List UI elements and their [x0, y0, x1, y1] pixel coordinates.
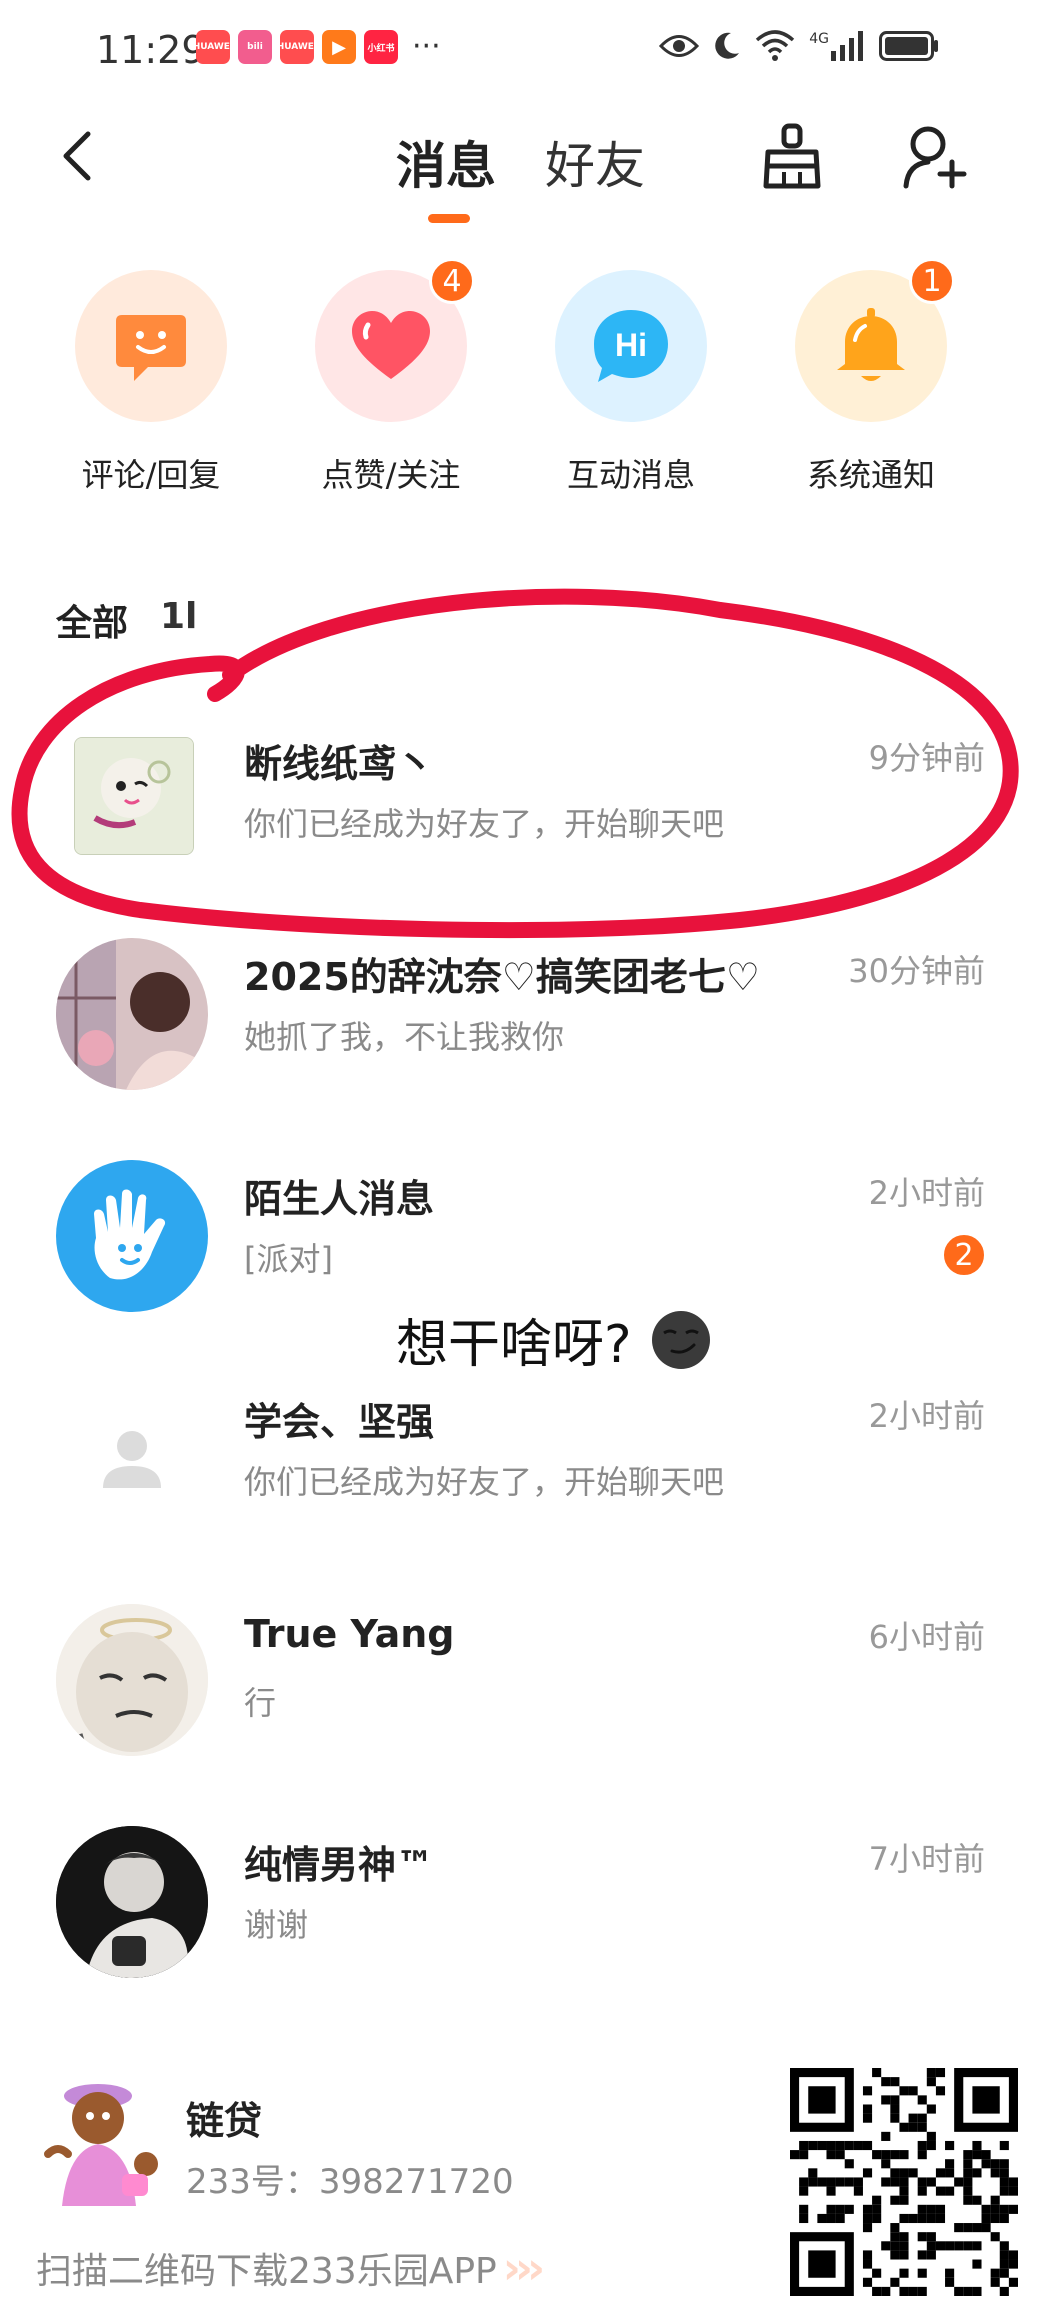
conversation-row[interactable]: 2025的辞沈奈♡搞笑团老七♡ 她抓了我，不让我救你 30分钟前	[0, 938, 1043, 1138]
likes-icon-circle: 4	[315, 258, 475, 422]
waving-hand-icon	[94, 1189, 166, 1280]
footer-avatar	[38, 2074, 168, 2214]
avatar	[56, 1160, 208, 1312]
notification-icons: HUAWEI bili HUAWEI ▶ 小红书 ···	[196, 30, 441, 64]
category-interactions[interactable]: Hi 互动消息	[511, 270, 751, 496]
tab-friends[interactable]: 好友	[545, 126, 645, 198]
last-message: 你们已经成为好友了，开始聊天吧	[244, 805, 725, 843]
huawei-notif-icon: HUAWEI	[196, 30, 230, 64]
conversation-row[interactable]: True Yang 行 6小时前	[0, 1604, 1043, 1804]
download-promo[interactable]: 扫描二维码下载233乐园APP ›››	[36, 2242, 545, 2294]
bilibili-notif-icon: bili	[238, 30, 272, 64]
last-message: [派对]	[244, 1240, 333, 1278]
message-time: 2小时前	[868, 1397, 985, 1435]
back-button[interactable]	[54, 126, 104, 186]
message-time: 7小时前	[868, 1840, 985, 1878]
system-unread-badge: 1	[909, 258, 955, 304]
my-username: 链贷	[186, 2099, 263, 2143]
huawei-notif-2-icon: HUAWEI	[280, 30, 314, 64]
category-likes[interactable]: 4 点赞/关注	[271, 258, 511, 496]
smirk-emoji-icon	[651, 1310, 710, 1369]
conversation-row[interactable]: 纯情男神™ 谢谢 7小时前	[0, 1826, 1043, 2026]
more-notifications-icon: ···	[412, 29, 441, 64]
active-tab-indicator	[428, 214, 470, 223]
comment-smile-icon	[116, 315, 186, 381]
video-notif-icon: ▶	[322, 30, 356, 64]
category-shortcuts: 评论/回复 4 点赞/关注 Hi 互动消息 1 系统通知	[0, 258, 1043, 510]
avatar	[56, 1604, 208, 1756]
category-label: 点赞/关注	[321, 456, 461, 494]
interactions-icon-circle: Hi	[555, 270, 707, 422]
last-message: 谢谢	[244, 1906, 309, 1944]
avatar-anime-image	[75, 738, 193, 854]
category-label: 互动消息	[566, 456, 695, 494]
category-label: 评论/回复	[81, 456, 221, 494]
last-message: 行	[244, 1684, 277, 1722]
message-time: 6小时前	[868, 1618, 985, 1656]
contact-name: 纯情男神™	[244, 1843, 435, 1887]
avatar-photo-image	[56, 1826, 208, 1978]
signal-icon	[831, 31, 863, 61]
conversation-row[interactable]: 学会、坚强 你们已经成为好友了，开始聊天吧 2小时前	[0, 1383, 1043, 1583]
message-time: 2小时前	[868, 1174, 985, 1212]
triple-chevron-right-icon: ›››	[502, 2242, 545, 2294]
top-nav: 消息 好友	[0, 100, 1043, 230]
my-user-id: 233号：398271720	[186, 2162, 514, 2202]
add-friend-button[interactable]	[902, 122, 968, 192]
sort-toggle[interactable]: 1l	[160, 596, 197, 637]
battery-icon	[879, 31, 938, 61]
cartoon-character-image	[44, 2084, 158, 2206]
contact-name: 陌生人消息	[244, 1177, 435, 1221]
contact-name: 学会、坚强	[244, 1400, 435, 1444]
download-qr-code	[790, 2068, 1018, 2296]
eye-icon	[659, 35, 700, 57]
message-time: 9分钟前	[868, 739, 985, 777]
heart-icon	[352, 311, 430, 379]
wifi-icon	[756, 30, 795, 61]
avatar-meme-face-image	[56, 1604, 208, 1756]
clear-messages-button[interactable]	[760, 122, 824, 192]
moon-icon	[715, 32, 740, 59]
network-type-label: 4G	[809, 31, 829, 47]
message-time: 30分钟前	[848, 952, 985, 990]
avatar	[74, 737, 194, 855]
avatar-photo-image	[56, 938, 208, 1090]
avatar	[56, 1383, 208, 1535]
last-message: 她抓了我，不让我救你	[244, 1018, 565, 1056]
category-system[interactable]: 1 系统通知	[751, 258, 991, 496]
overlay-caption-text: 想干啥呀?	[396, 1315, 632, 1375]
broom-clean-icon	[763, 123, 821, 189]
system-icons: 4G	[659, 30, 939, 62]
avatar	[56, 938, 208, 1090]
status-bar: 11:29 HUAWEI bili HUAWEI ▶ 小红书 ··· 4G	[0, 0, 1043, 100]
last-message: 你们已经成为好友了，开始聊天吧	[244, 1463, 725, 1501]
contact-name: 断线纸鸢丶	[244, 742, 435, 786]
svg-text:Hi: Hi	[615, 327, 647, 363]
hi-bubble-icon: Hi	[594, 310, 668, 382]
bell-icon	[837, 308, 905, 381]
unread-badge: 2	[941, 1232, 987, 1278]
contact-name: 2025的辞沈奈♡搞笑团老七♡	[244, 955, 760, 999]
status-time: 11:29	[96, 28, 206, 72]
system-icon-circle: 1	[795, 258, 955, 422]
avatar	[56, 1826, 208, 1978]
chevron-left-icon	[63, 131, 91, 181]
download-promo-text: 扫描二维码下载233乐园APP	[36, 2251, 497, 2292]
section-title-all: 全部	[56, 603, 129, 644]
contact-name: True Yang	[244, 1612, 455, 1656]
overlay-caption: 想干啥呀?	[396, 1302, 712, 1377]
add-user-icon	[903, 126, 967, 189]
conversation-row[interactable]: 断线纸鸢丶 你们已经成为好友了，开始聊天吧 9分钟前	[0, 725, 1043, 925]
category-comments[interactable]: 评论/回复	[31, 270, 271, 496]
default-user-icon	[103, 1431, 161, 1488]
category-label: 系统通知	[806, 456, 935, 494]
likes-unread-badge: 4	[429, 258, 475, 304]
tab-messages[interactable]: 消息	[396, 126, 496, 198]
xiaohongshu-notif-icon: 小红书	[364, 30, 398, 64]
comments-icon-circle	[75, 270, 227, 422]
